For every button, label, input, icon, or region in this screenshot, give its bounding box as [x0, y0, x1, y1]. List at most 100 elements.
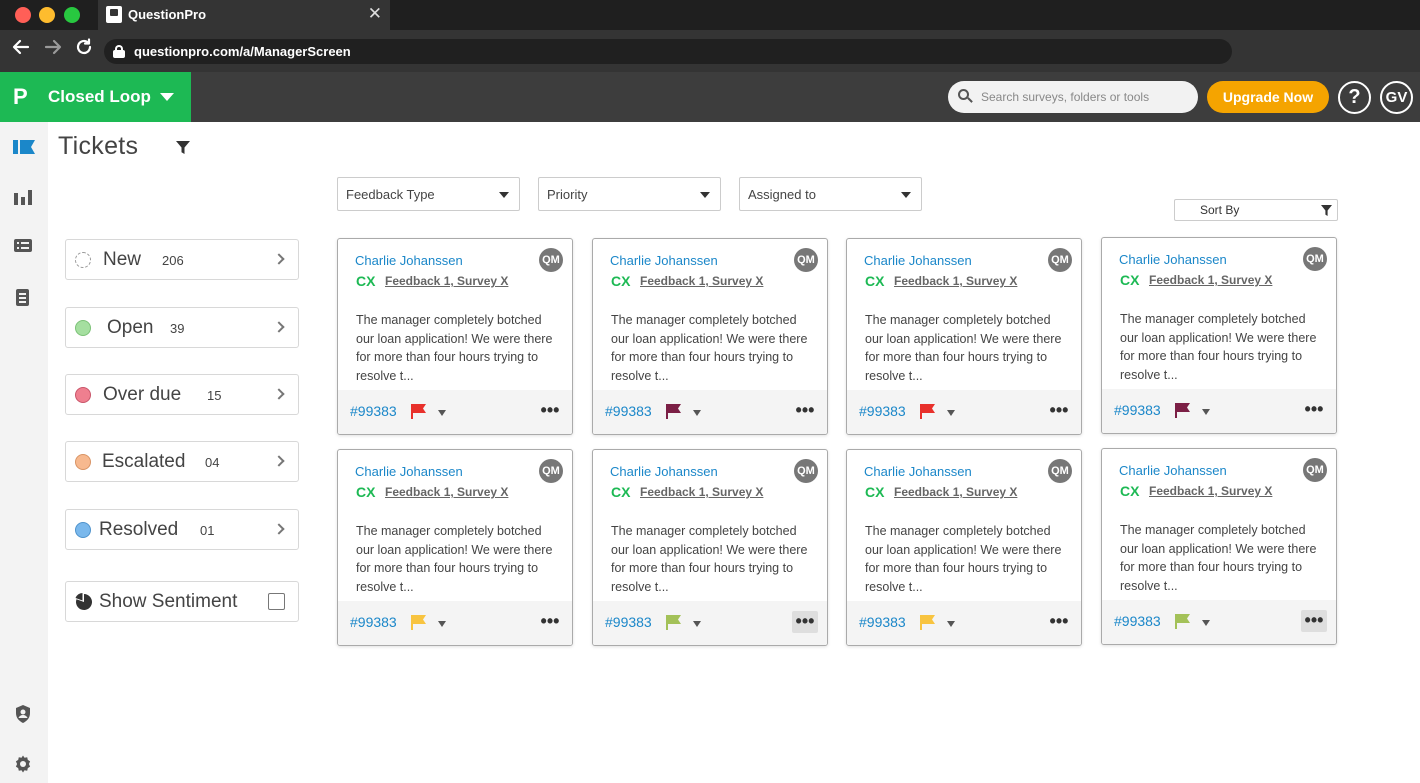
assignee-avatar: QM — [1303, 458, 1327, 482]
customer-name-link[interactable]: Charlie Johanssen — [610, 253, 718, 268]
product-switcher[interactable]: P Closed Loop — [0, 72, 191, 122]
priority-caret-icon[interactable] — [1202, 620, 1210, 626]
maximize-window-button[interactable] — [64, 7, 80, 23]
ticket-card[interactable]: Charlie Johanssen QM CX Feedback 1, Survey … — [846, 449, 1082, 646]
reload-icon[interactable] — [75, 38, 93, 62]
status-over-due[interactable]: Over due 15 — [65, 374, 299, 415]
survey-source-link[interactable]: Feedback 1, Survey X — [894, 274, 1017, 288]
ticket-id-link[interactable]: #99383 — [350, 614, 397, 630]
show-sentiment-toggle[interactable]: Show Sentiment — [65, 581, 299, 622]
survey-source-link[interactable]: Feedback 1, Survey X — [1149, 273, 1272, 287]
ticket-card[interactable]: Charlie Johanssen QM CX Feedback 1, Survey … — [1101, 237, 1337, 434]
back-icon[interactable] — [12, 38, 30, 62]
customer-name-link[interactable]: Charlie Johanssen — [864, 253, 972, 268]
more-options-button[interactable]: ••• — [1046, 611, 1072, 633]
tab-close-icon[interactable]: ✕ — [368, 4, 382, 24]
bar-chart-icon[interactable] — [13, 188, 35, 210]
status-open[interactable]: Open 39 — [65, 307, 299, 348]
priority-flag-icon[interactable] — [919, 614, 936, 631]
priority-flag-icon[interactable] — [1174, 402, 1191, 419]
priority-caret-icon[interactable] — [1202, 409, 1210, 415]
priority-select[interactable]: Priority — [538, 177, 721, 211]
minimize-window-button[interactable] — [39, 7, 55, 23]
status-dot-over-due — [75, 387, 91, 403]
status-escalated[interactable]: Escalated 04 — [65, 441, 299, 482]
sort-by-select[interactable]: Sort By — [1174, 199, 1338, 221]
filter-icon[interactable] — [176, 141, 190, 155]
feedback-type-tag: CX — [611, 273, 631, 289]
chevron-right-icon — [273, 253, 285, 265]
assigned-to-select[interactable]: Assigned to — [739, 177, 922, 211]
ticket-id-link[interactable]: #99383 — [859, 403, 906, 419]
search-input[interactable] — [981, 87, 1186, 107]
status-resolved[interactable]: Resolved 01 — [65, 509, 299, 550]
priority-caret-icon[interactable] — [947, 621, 955, 627]
survey-source-link[interactable]: Feedback 1, Survey X — [385, 485, 508, 499]
close-window-button[interactable] — [15, 7, 31, 23]
priority-flag-icon[interactable] — [410, 403, 427, 420]
customer-name-link[interactable]: Charlie Johanssen — [1119, 463, 1227, 478]
ticket-id-link[interactable]: #99383 — [1114, 613, 1161, 629]
priority-flag-icon[interactable] — [1174, 613, 1191, 630]
ticket-card[interactable]: Charlie Johanssen QM CX Feedback 1, Survey … — [1101, 448, 1337, 645]
feedback-type-select[interactable]: Feedback Type — [337, 177, 520, 211]
customer-name-link[interactable]: Charlie Johanssen — [355, 253, 463, 268]
assignee-avatar: QM — [1048, 459, 1072, 483]
more-options-button[interactable]: ••• — [1301, 399, 1327, 421]
priority-caret-icon[interactable] — [947, 410, 955, 416]
customer-name-link[interactable]: Charlie Johanssen — [864, 464, 972, 479]
upgrade-now-button[interactable]: Upgrade Now — [1207, 81, 1329, 113]
ticket-card[interactable]: Charlie Johanssen QM CX Feedback 1, Survey … — [337, 449, 573, 646]
more-options-button[interactable]: ••• — [792, 611, 818, 633]
ticket-card[interactable]: Charlie Johanssen QM CX Feedback 1, Survey … — [337, 238, 573, 435]
customer-name-link[interactable]: Charlie Johanssen — [1119, 252, 1227, 267]
shield-user-icon[interactable] — [13, 704, 35, 726]
priority-caret-icon[interactable] — [438, 621, 446, 627]
tab-title: QuestionPro — [128, 7, 207, 22]
survey-source-link[interactable]: Feedback 1, Survey X — [640, 485, 763, 499]
document-icon[interactable] — [13, 288, 35, 310]
survey-source-link[interactable]: Feedback 1, Survey X — [894, 485, 1017, 499]
gear-icon[interactable] — [13, 754, 35, 776]
more-options-button[interactable]: ••• — [537, 611, 563, 633]
more-options-button[interactable]: ••• — [792, 400, 818, 422]
priority-caret-icon[interactable] — [438, 410, 446, 416]
list-icon[interactable] — [13, 238, 35, 260]
tickets-icon[interactable] — [13, 138, 35, 160]
chevron-right-icon — [273, 455, 285, 467]
ticket-id-link[interactable]: #99383 — [859, 614, 906, 630]
status-new[interactable]: New 206 — [65, 239, 299, 280]
show-sentiment-checkbox[interactable] — [268, 593, 285, 610]
survey-source-link[interactable]: Feedback 1, Survey X — [385, 274, 508, 288]
priority-caret-icon[interactable] — [693, 621, 701, 627]
ticket-id-link[interactable]: #99383 — [350, 403, 397, 419]
more-options-button[interactable]: ••• — [1301, 610, 1327, 632]
ticket-card[interactable]: Charlie Johanssen QM CX Feedback 1, Survey … — [592, 449, 828, 646]
more-options-button[interactable]: ••• — [537, 400, 563, 422]
avatar[interactable]: GV — [1380, 81, 1413, 114]
url-field[interactable]: questionpro.com/a/ManagerScreen — [104, 39, 1232, 64]
customer-name-link[interactable]: Charlie Johanssen — [610, 464, 718, 479]
ticket-card[interactable]: Charlie Johanssen QM CX Feedback 1, Survey … — [592, 238, 828, 435]
help-button[interactable]: ? — [1338, 81, 1371, 114]
ticket-id-link[interactable]: #99383 — [605, 403, 652, 419]
priority-flag-icon[interactable] — [665, 403, 682, 420]
survey-source-link[interactable]: Feedback 1, Survey X — [1149, 484, 1272, 498]
ticket-id-link[interactable]: #99383 — [605, 614, 652, 630]
priority-caret-icon[interactable] — [693, 410, 701, 416]
survey-source-link[interactable]: Feedback 1, Survey X — [640, 274, 763, 288]
priority-flag-icon[interactable] — [410, 614, 427, 631]
card-footer: #99383 ••• — [847, 390, 1081, 434]
assignee-avatar: QM — [1048, 248, 1072, 272]
priority-flag-icon[interactable] — [919, 403, 936, 420]
ticket-id-link[interactable]: #99383 — [1114, 402, 1161, 418]
forward-icon[interactable] — [44, 38, 62, 62]
more-options-button[interactable]: ••• — [1046, 400, 1072, 422]
browser-tab[interactable]: QuestionPro ✕ — [98, 0, 390, 30]
customer-name-link[interactable]: Charlie Johanssen — [355, 464, 463, 479]
chevron-right-icon — [273, 388, 285, 400]
card-footer: #99383 ••• — [847, 601, 1081, 645]
ticket-card[interactable]: Charlie Johanssen QM CX Feedback 1, Survey … — [846, 238, 1082, 435]
priority-flag-icon[interactable] — [665, 614, 682, 631]
browser-tab-bar: QuestionPro ✕ — [0, 0, 1420, 30]
